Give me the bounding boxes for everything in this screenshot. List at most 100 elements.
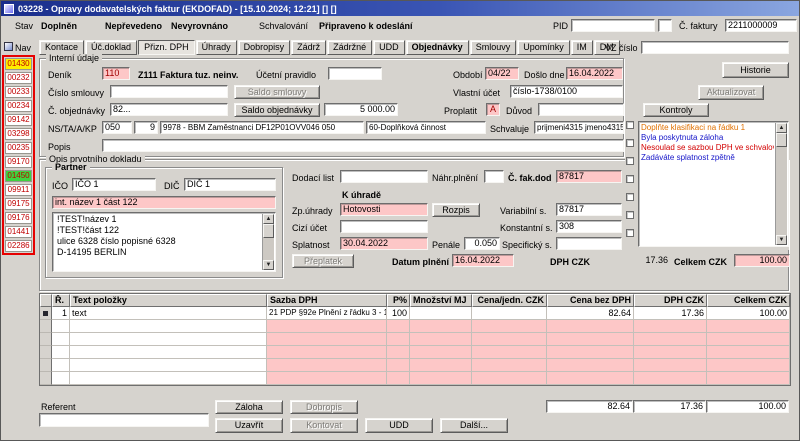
col-header-celkem[interactable]: Celkem CZK <box>707 294 790 307</box>
cell-mnozstvi[interactable] <box>410 307 472 320</box>
vlastni-ucet-field[interactable]: číslo-1738/0100 <box>510 85 623 98</box>
dic-field[interactable]: DIČ 1 <box>184 178 276 191</box>
kontroly-checkbox[interactable] <box>626 229 634 237</box>
cell-sazba[interactable]: 21 PDP §92e Plnění z řádku 3 - 1 <box>267 307 387 320</box>
sidebar-item-00234[interactable]: 00234 <box>5 100 32 112</box>
cizi-ucet-field[interactable] <box>340 220 428 233</box>
cell-empty[interactable] <box>387 346 410 359</box>
vz-cislo-field[interactable] <box>641 41 789 54</box>
cell-empty[interactable] <box>547 346 634 359</box>
sidebar-item-09170[interactable]: 09170 <box>5 156 32 168</box>
scroll-down-icon[interactable]: ▼ <box>776 235 787 245</box>
aktualizovat-button[interactable]: Aktualizovat <box>698 85 764 100</box>
saldo-objednavky-button[interactable]: Saldo objednávky <box>234 103 320 117</box>
cell-empty[interactable] <box>70 320 267 333</box>
cell-empty[interactable] <box>634 372 707 385</box>
sidebar-item-01430[interactable]: 01430 <box>5 58 32 70</box>
specificky-s-field[interactable] <box>556 237 622 250</box>
rozpis-button[interactable]: Rozpis <box>432 203 480 217</box>
kontroly-message[interactable]: Doplňte klasifikaci na řádku 1 <box>639 123 774 133</box>
referent-field[interactable] <box>39 413 209 427</box>
dobropis-button[interactable]: Dobropis <box>290 400 358 414</box>
sidebar-item-09175[interactable]: 09175 <box>5 198 32 210</box>
cell-empty[interactable] <box>70 372 267 385</box>
ns-field-3[interactable]: 9978 - BBM Zaměstnanci DF12P01OVV046 050 <box>160 121 364 134</box>
row-selector[interactable] <box>40 372 52 385</box>
address-scrollbar[interactable]: ▲ ▼ <box>262 214 274 270</box>
cell-dph[interactable]: 17.36 <box>634 307 707 320</box>
cell-empty[interactable] <box>410 346 472 359</box>
cell-empty[interactable] <box>267 372 387 385</box>
partner-address-box[interactable]: !TEST!název 1 !TEST!část 122 ulice 6328 … <box>52 212 276 272</box>
ns-field-4[interactable]: 60-Doplňková činnost <box>366 121 486 134</box>
cell-empty[interactable] <box>707 320 790 333</box>
cell-empty[interactable] <box>52 372 70 385</box>
cell-cena-bez[interactable]: 82.64 <box>547 307 634 320</box>
datum-plneni-field[interactable]: 16.04.2022 <box>452 254 514 267</box>
cell-empty[interactable] <box>634 333 707 346</box>
cell-text[interactable]: text <box>70 307 267 320</box>
obdobi-field[interactable]: 04/22 <box>485 67 519 80</box>
tab-dobropisy[interactable]: Dobropisy <box>238 40 291 55</box>
partner-nazev-field[interactable]: int. název 1 část 122 <box>52 196 276 209</box>
ico-field[interactable]: IČO 1 <box>72 178 156 191</box>
cell-empty[interactable] <box>410 333 472 346</box>
cell-empty[interactable] <box>634 346 707 359</box>
col-header-dph[interactable]: DPH CZK <box>634 294 707 307</box>
scroll-up-icon[interactable]: ▲ <box>776 123 787 133</box>
cell-empty[interactable] <box>52 346 70 359</box>
col-header-p[interactable]: P% <box>387 294 410 307</box>
cell-r[interactable]: 1 <box>52 307 70 320</box>
cell-empty[interactable] <box>267 359 387 372</box>
kontroly-checkbox[interactable] <box>626 121 634 129</box>
tab-prizn-dph[interactable]: Přizn. DPH <box>138 40 195 55</box>
uzavrit-button[interactable]: Uzavřít <box>215 418 283 433</box>
ns-field-1[interactable]: 050 <box>102 121 132 134</box>
sidebar-item-00235[interactable]: 00235 <box>5 142 32 154</box>
preplatek-button[interactable]: Přeplatek <box>292 254 354 268</box>
cell-empty[interactable] <box>267 320 387 333</box>
row-selector[interactable] <box>40 359 52 372</box>
zp-uhrady-field[interactable]: Hotovosti <box>340 203 428 216</box>
tab-upominky[interactable]: Upomínky <box>517 40 570 55</box>
c-fak-dod-field[interactable]: 87817 <box>556 170 622 183</box>
sidebar-item-09176[interactable]: 09176 <box>5 212 32 224</box>
saldo-smlouvy-button[interactable]: Saldo smlouvy <box>234 85 320 99</box>
kontroly-message[interactable]: Nesoulad se sazbou DPH ve schvalování ne <box>639 143 774 153</box>
cell-empty[interactable] <box>707 359 790 372</box>
col-header-r[interactable]: Ř. <box>52 294 70 307</box>
sidebar-item-09911[interactable]: 09911 <box>5 184 32 196</box>
cell-empty[interactable] <box>547 359 634 372</box>
kontroly-checkbox[interactable] <box>626 157 634 165</box>
col-header-cena-jedn[interactable]: Cena/jedn. CZK <box>472 294 547 307</box>
tab-im[interactable]: IM <box>571 40 593 55</box>
cell-empty[interactable] <box>52 333 70 346</box>
tab-udd[interactable]: UDD <box>373 40 405 55</box>
cell-empty[interactable] <box>547 320 634 333</box>
row-selector[interactable] <box>40 346 52 359</box>
sidebar-item-03298[interactable]: 03298 <box>5 128 32 140</box>
cell-empty[interactable] <box>472 333 547 346</box>
kontroly-checkbox[interactable] <box>626 175 634 183</box>
denik-field[interactable]: 110 <box>102 67 130 80</box>
cell-empty[interactable] <box>707 346 790 359</box>
cell-empty[interactable] <box>410 372 472 385</box>
scrollbar-thumb[interactable] <box>263 224 274 238</box>
cell-empty[interactable] <box>267 346 387 359</box>
doslo-dne-field[interactable]: 16.04.2022 <box>566 67 623 80</box>
pid-extra-field[interactable] <box>658 19 672 32</box>
cell-empty[interactable] <box>70 359 267 372</box>
udd-button[interactable]: UDD <box>365 418 433 433</box>
scrollbar-thumb[interactable] <box>776 133 787 147</box>
ns-field-2[interactable]: 9 <box>134 121 158 134</box>
cell-empty[interactable] <box>472 372 547 385</box>
cell-empty[interactable] <box>52 320 70 333</box>
cell-celkem[interactable]: 100.00 <box>707 307 790 320</box>
duvod-field[interactable] <box>538 103 624 116</box>
col-header-text[interactable]: Text položky <box>70 294 267 307</box>
cell-empty[interactable] <box>387 333 410 346</box>
dodaci-list-field[interactable] <box>340 170 428 183</box>
cell-empty[interactable] <box>387 320 410 333</box>
sidebar-item-01441[interactable]: 01441 <box>5 226 32 238</box>
tab-smlouvy[interactable]: Smlouvy <box>470 40 517 55</box>
